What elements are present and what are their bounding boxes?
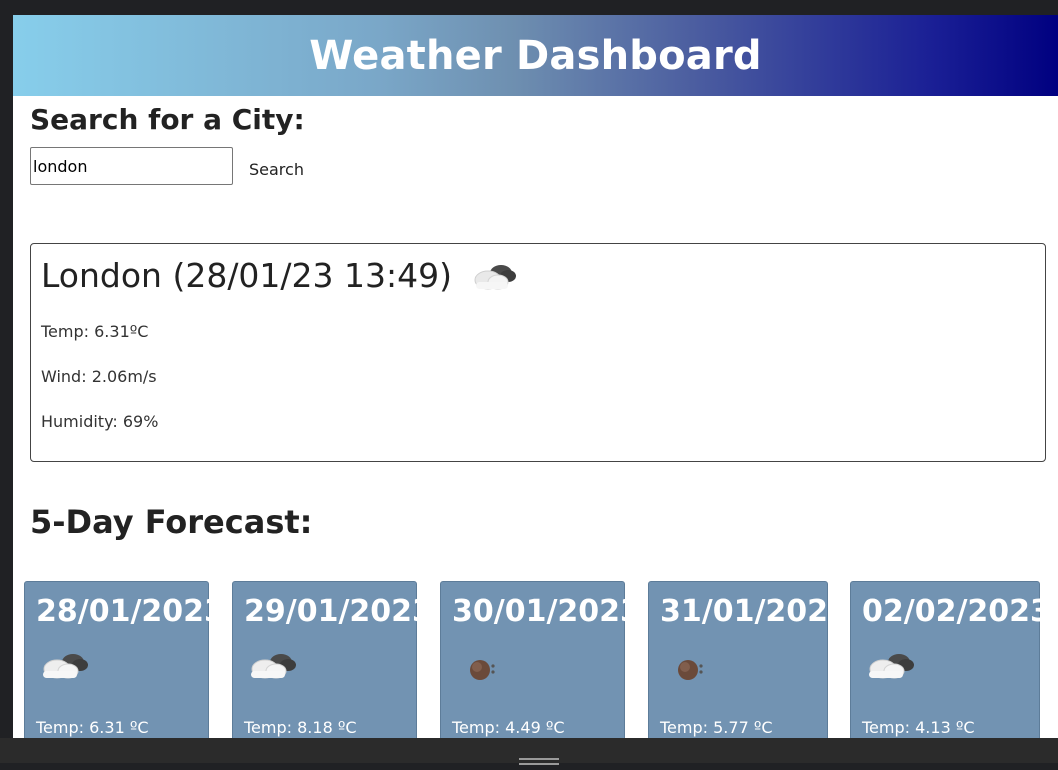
forecast-card: 30/01/2023 Temp: 4.49 ºC — [440, 581, 641, 738]
forecast-date: 29/01/2023 — [244, 594, 433, 629]
forecast-temp: Temp: 6.31 ºC — [36, 718, 149, 737]
forecast-card: 28/01/2023 Temp: 6.31 ºC — [24, 581, 225, 738]
window-left-frame — [0, 0, 13, 763]
overcast-dot-icon — [661, 648, 717, 684]
search-heading: Search for a City: — [30, 103, 305, 136]
forecast-card: 02/02/2023 Temp: 4.13 ºC — [850, 581, 1051, 738]
forecast-temp: Temp: 4.49 ºC — [452, 718, 565, 737]
cloudy-icon — [863, 648, 919, 684]
current-weather-title: London (28/01/23 13:49) — [41, 256, 520, 295]
header-banner: Weather Dashboard — [13, 15, 1058, 96]
forecast-temp: Temp: 4.13 ºC — [862, 718, 975, 737]
forecast-card: 29/01/2023 Temp: 8.18 ºC — [232, 581, 433, 738]
forecast-heading: 5-Day Forecast: — [30, 503, 313, 541]
forecast-date: 31/01/2023 — [660, 594, 849, 629]
current-city-date: London (28/01/23 13:49) — [41, 256, 453, 295]
page: Weather Dashboard Search for a City: Sea… — [13, 15, 1058, 738]
current-temp: Temp: 6.31ºC — [41, 322, 149, 341]
current-humidity: Humidity: 69% — [41, 412, 159, 431]
drag-handle-icon[interactable] — [519, 751, 559, 765]
forecast-date: 30/01/2023 — [452, 594, 641, 629]
forecast-temp: Temp: 5.77 ºC — [660, 718, 773, 737]
forecast-temp: Temp: 8.18 ºC — [244, 718, 357, 737]
current-weather-card: London (28/01/23 13:49) Temp: 6.31ºC Win… — [30, 243, 1046, 462]
forecast-date: 28/01/2023 — [36, 594, 225, 629]
cloudy-icon — [245, 648, 301, 684]
cloudy-icon — [468, 258, 520, 294]
current-wind: Wind: 2.06m/s — [41, 367, 157, 386]
window-top-frame — [0, 0, 1058, 15]
cloudy-icon — [37, 648, 93, 684]
overcast-dot-icon — [453, 648, 509, 684]
page-title: Weather Dashboard — [309, 32, 762, 79]
forecast-date: 02/02/2023 — [862, 594, 1051, 629]
forecast-card: 31/01/2023 Temp: 5.77 ºC — [648, 581, 849, 738]
search-button[interactable]: Search — [245, 156, 308, 182]
city-search-input[interactable] — [30, 147, 233, 185]
